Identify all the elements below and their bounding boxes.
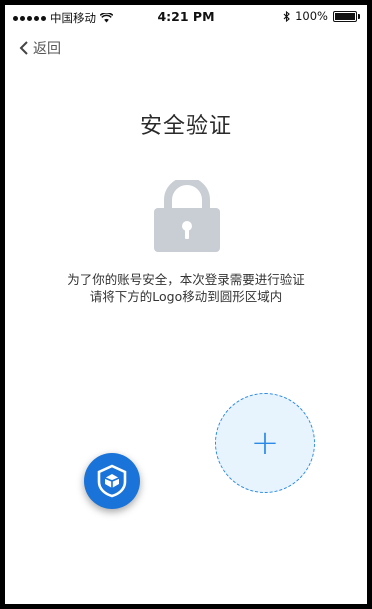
circle-drop-target: +: [215, 393, 315, 493]
battery-icon: [333, 10, 360, 22]
phone-screen: 中国移动 4:21 PM 100% 返回 安全验证 为了你的账号安全，本次登录需…: [5, 5, 367, 604]
status-right: 100%: [283, 9, 360, 23]
plus-icon: +: [250, 423, 280, 463]
battery-percent: 100%: [295, 9, 328, 23]
status-bar: 中国移动 4:21 PM 100%: [5, 5, 367, 27]
shield-logo-icon: [97, 464, 127, 498]
lock-icon: [154, 180, 220, 252]
instruction-line-1: 为了你的账号安全，本次登录需要进行验证: [67, 272, 305, 287]
instruction-line-2: 请将下方的Logo移动到圆形区域内: [89, 289, 283, 304]
draggable-logo[interactable]: [84, 453, 140, 509]
page-title: 安全验证: [139, 114, 232, 139]
back-label: 返回: [33, 41, 61, 57]
back-button[interactable]: 返回: [19, 38, 61, 58]
chevron-left-icon: [19, 41, 28, 55]
instruction-text: 为了你的账号安全，本次登录需要进行验证 请将下方的Logo移动到圆形区域内: [5, 271, 367, 305]
bluetooth-icon: [283, 10, 290, 22]
